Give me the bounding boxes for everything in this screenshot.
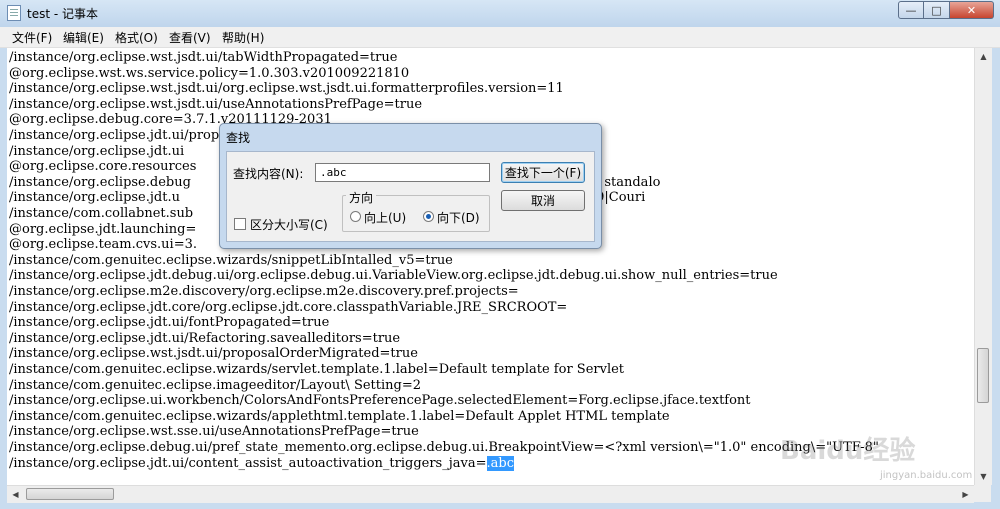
direction-down-label[interactable]: 向下(D) [437, 209, 480, 226]
baidu-watermark: Baidu经验 [780, 436, 916, 466]
window-controls: — □ ✕ [898, 1, 994, 20]
direction-up-radio[interactable] [350, 211, 361, 222]
editor-line: /instance/org.eclipse.debug.ui/pref_stat… [9, 440, 879, 455]
direction-up-label[interactable]: 向上(U) [364, 209, 406, 226]
find-dialog-title: 查找 [226, 131, 251, 145]
text-editor[interactable]: /instance/org.eclipse.wst.jsdt.ui/tabWid… [7, 48, 974, 485]
editor-line: /instance/org.eclipse.m2e.discovery/org.… [9, 284, 519, 299]
notepad-icon [7, 5, 21, 21]
find-next-button[interactable]: 查找下一个(F) [501, 162, 585, 183]
minimize-button[interactable]: — [898, 1, 924, 19]
scroll-down-icon[interactable]: ▼ [975, 468, 992, 485]
title-bar[interactable]: test - 记事本 — □ ✕ [0, 0, 1000, 27]
editor-line: /instance/com.genuitec.eclipse.imageedit… [9, 377, 422, 393]
direction-label: 方向 [346, 189, 377, 206]
match-case-label[interactable]: 区分大小写(C) [250, 216, 328, 233]
find-what-input[interactable]: .abc [315, 163, 490, 182]
editor-line: /instance/org.eclipse.ui.workbench/Color… [9, 393, 751, 409]
match-case-checkbox[interactable] [234, 218, 246, 230]
close-button[interactable]: ✕ [950, 1, 994, 19]
editor-line: /instance/org.eclipse.jdt.core/org.eclip… [9, 299, 568, 315]
scrollbar-corner [974, 485, 991, 502]
editor-line: /instance/com.genuitec.eclipse.wizards/s… [9, 252, 453, 268]
horizontal-scrollbar[interactable]: ◀ ▶ [7, 485, 974, 503]
horizontal-scroll-thumb[interactable] [26, 488, 114, 500]
direction-down-radio[interactable] [423, 211, 434, 222]
vertical-scrollbar[interactable]: ▲ ▼ [974, 48, 992, 485]
editor-line: /instance/org.eclipse.wst.jsdt.ui/tabWid… [9, 50, 398, 65]
menu-file[interactable]: 文件(F) [12, 29, 52, 46]
find-dialog: 查找 查找内容(N): .abc 查找下一个(F) 取消 方向 向上(U) 向下… [219, 123, 602, 249]
menu-edit[interactable]: 编辑(E) [63, 29, 104, 46]
editor-line-last: /instance/org.eclipse.jdt.ui/content_ass… [9, 455, 514, 472]
cancel-button[interactable]: 取消 [501, 190, 585, 211]
editor-line: /instance/org.eclipse.wst.sse.ui/useAnno… [9, 424, 419, 440]
find-dialog-body: 查找内容(N): .abc 查找下一个(F) 取消 方向 向上(U) 向下(D)… [226, 151, 595, 242]
baidu-watermark-url: jingyan.baidu.com [880, 470, 973, 481]
menu-view[interactable]: 查看(V) [169, 29, 211, 46]
scroll-up-icon[interactable]: ▲ [975, 48, 992, 65]
scroll-right-icon[interactable]: ▶ [957, 486, 974, 503]
notepad-window: test - 记事本 — □ ✕ 文件(F) 编辑(E) 格式(O) 查看(V)… [0, 0, 1000, 509]
scroll-left-icon[interactable]: ◀ [7, 486, 24, 503]
menu-help[interactable]: 帮助(H) [222, 29, 264, 46]
maximize-button[interactable]: □ [924, 1, 950, 19]
editor-line: /instance/org.eclipse.jdt.ui [9, 143, 185, 159]
menu-format[interactable]: 格式(O) [115, 29, 158, 46]
selected-text: .abc [486, 455, 514, 471]
last-line-text: /instance/org.eclipse.jdt.ui/content_ass… [9, 455, 487, 471]
editor-line: @org.eclipse.wst.ws.service.policy=1.0.3… [9, 65, 410, 81]
editor-line: /instance/org.eclipse.wst.jsdt.ui/org.ec… [9, 81, 564, 97]
editor-line: /instance/com.collabnet.sub [9, 206, 194, 221]
window-title: test - 记事本 [27, 7, 99, 21]
editor-line: /instance/com.genuitec.eclipse.wizards/s… [9, 362, 625, 377]
editor-line: @org.eclipse.jdt.launching= [9, 221, 197, 237]
vertical-scroll-thumb[interactable] [977, 348, 989, 403]
editor-line: @org.eclipse.core.resources [9, 159, 197, 175]
editor-line: /instance/com.genuitec.eclipse.wizards/a… [9, 408, 670, 424]
editor-line: /instance/org.eclipse.jdt.ui/fontPropaga… [9, 315, 330, 331]
editor-line: /instance/org.eclipse.wst.jsdt.ui/useAnn… [9, 96, 423, 112]
editor-line: /instance/org.eclipse.jdt.ui/Refactoring… [9, 330, 401, 346]
editor-line: @org.eclipse.team.cvs.ui=3. [9, 237, 197, 253]
editor-line: /instance/org.eclipse.jdt.debug.ui/org.e… [9, 268, 778, 284]
find-what-label: 查找内容(N): [233, 167, 304, 181]
menu-bar: 文件(F) 编辑(E) 格式(O) 查看(V) 帮助(H) [0, 27, 1000, 48]
editor-line: /instance/org.eclipse.wst.jsdt.ui/propos… [9, 346, 418, 362]
